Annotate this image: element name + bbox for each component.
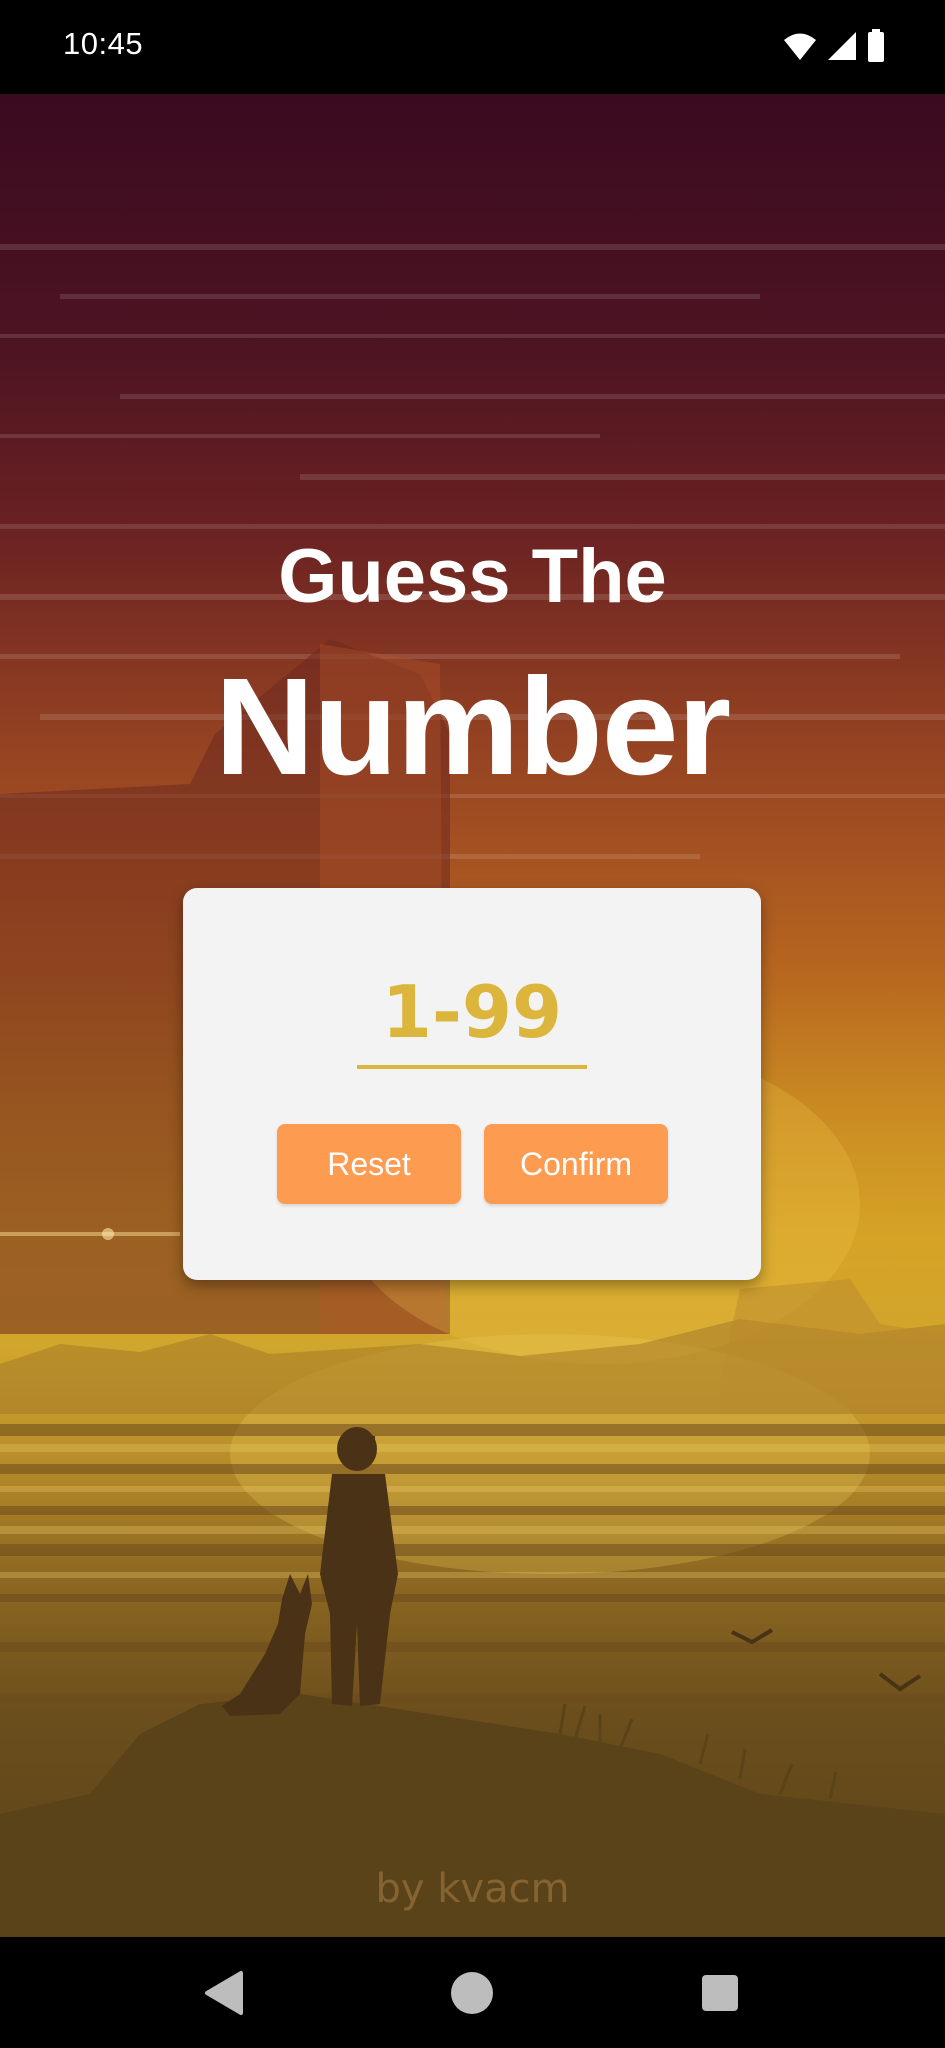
confirm-button[interactable]: Confirm [484,1124,668,1204]
back-button[interactable] [175,1937,275,2048]
back-icon [205,1971,243,2015]
home-button[interactable] [422,1937,522,2048]
input-underline [357,1065,587,1069]
status-bar: 10:45 [0,0,945,94]
battery-icon [867,29,885,63]
wifi-icon [783,31,817,61]
title-line-1: Guess The [278,534,667,619]
recent-apps-button[interactable] [670,1937,770,2048]
status-time: 10:45 [63,26,144,61]
navigation-bar [0,1937,945,2048]
home-icon [451,1972,493,2014]
range-input-field[interactable]: 1-99 [357,968,587,1069]
author-credit: by kvacm [375,1866,570,1912]
reset-button[interactable]: Reset [277,1124,461,1204]
range-value: 1-99 [381,970,563,1054]
app-screen: 10:45 Guess The Number 1-99 Reset Confir… [0,0,945,2048]
cellular-signal-icon [827,31,857,61]
recent-apps-icon [702,1975,738,2011]
status-icons [783,28,885,64]
title-line-2: Number [214,650,731,804]
guess-card: 1-99 Reset Confirm [183,888,761,1280]
